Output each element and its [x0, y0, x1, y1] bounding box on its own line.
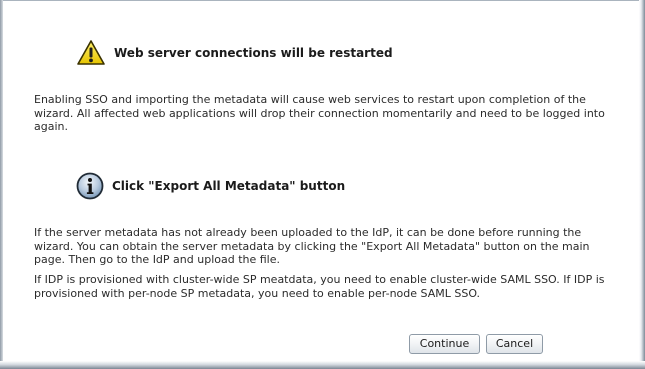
info-section-heading: Click "Export All Metadata" button: [76, 172, 345, 200]
info-title: Click "Export All Metadata" button: [112, 179, 346, 193]
provisioning-note: If IDP is provisioned with cluster-wide …: [34, 273, 605, 300]
cancel-button[interactable]: Cancel: [486, 334, 543, 354]
dialog-top-border: [0, 0, 645, 1]
dialog-bottom-edge: [0, 361, 645, 369]
warning-icon: [77, 40, 105, 65]
metadata-upload-message: If the server metadata has not already b…: [34, 226, 590, 266]
warning-title: Web server connections will be restarted: [114, 46, 393, 60]
continue-button[interactable]: Continue: [409, 334, 480, 354]
info-icon: [76, 172, 104, 200]
warning-message: Enabling SSO and importing the metadata …: [34, 93, 605, 133]
warning-section-heading: Web server connections will be restarted: [76, 38, 393, 68]
sso-wizard-dialog: Web server connections will be restarted…: [0, 0, 645, 369]
dialog-actions: Continue Cancel: [409, 334, 543, 354]
dialog-left-edge: [0, 0, 3, 369]
dialog-right-edge: [639, 0, 645, 369]
